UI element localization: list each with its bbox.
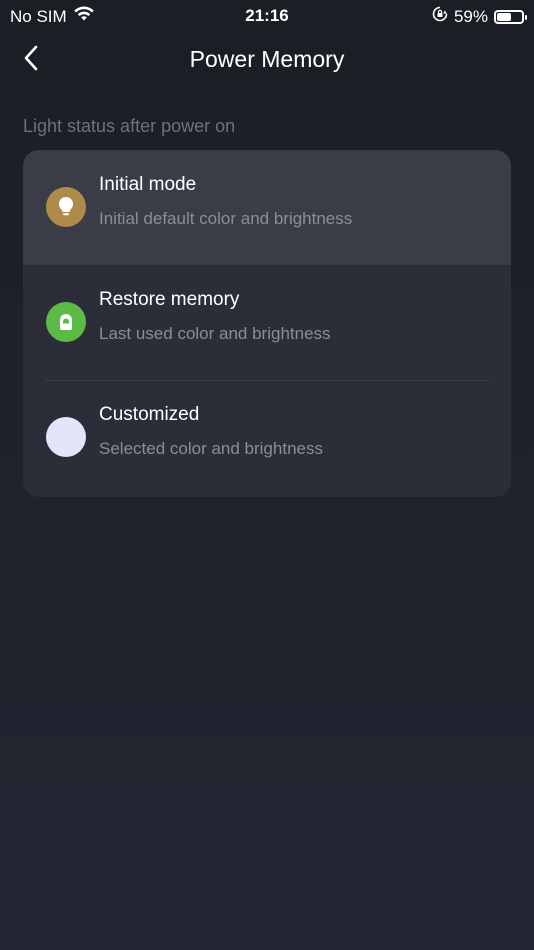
orientation-lock-icon bbox=[432, 6, 448, 27]
battery-level bbox=[497, 12, 512, 21]
lightbulb-icon bbox=[46, 187, 86, 227]
option-subtitle: Last used color and brightness bbox=[99, 324, 331, 343]
color-swatch-icon bbox=[46, 417, 86, 457]
option-title: Restore memory bbox=[99, 289, 240, 310]
status-right: 59% bbox=[432, 6, 527, 27]
nav-header: Power Memory bbox=[0, 40, 534, 80]
options-card: Initial mode Initial default color and b… bbox=[23, 150, 511, 497]
section-label: Light status after power on bbox=[23, 116, 236, 136]
memory-icon bbox=[46, 302, 86, 342]
option-initial-mode[interactable]: Initial mode Initial default color and b… bbox=[23, 150, 511, 265]
option-subtitle: Initial default color and brightness bbox=[99, 209, 353, 228]
battery-percent: 59% bbox=[453, 6, 488, 26]
status-bar: No SIM 21:16 59% bbox=[0, 0, 534, 32]
option-title: Customized bbox=[99, 404, 200, 425]
option-title: Initial mode bbox=[99, 174, 197, 195]
option-subtitle: Selected color and brightness bbox=[99, 439, 323, 458]
battery-icon bbox=[494, 9, 527, 24]
page-title: Power Memory bbox=[189, 46, 345, 72]
option-restore-memory[interactable]: Restore memory Last used color and brigh… bbox=[23, 265, 511, 380]
option-customized[interactable]: Customized Selected color and brightness bbox=[23, 380, 511, 495]
